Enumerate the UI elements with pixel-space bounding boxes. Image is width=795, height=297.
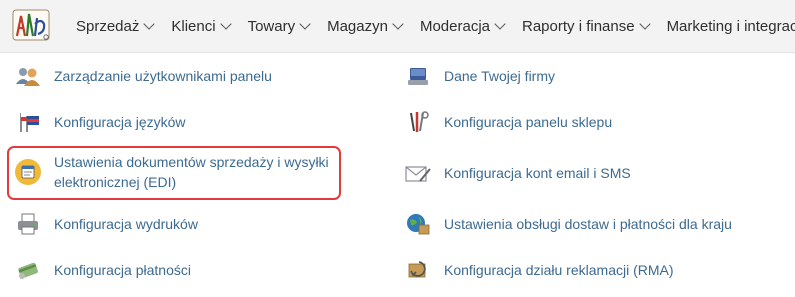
label: Konfiguracja płatności [54, 262, 191, 278]
link-shop-panel-config[interactable]: Konfiguracja panelu sklepu [404, 108, 612, 136]
email-icon [404, 159, 432, 187]
rma-icon [404, 256, 432, 284]
top-navigation-bar: Sprzedaż Klienci Towary Magazyn Moderacj… [0, 0, 795, 53]
menu-sprzedaz[interactable]: Sprzedaż [76, 18, 156, 35]
link-delivery-payment-country[interactable]: Ustawienia obsługi dostaw i płatności dl… [404, 210, 732, 238]
payment-icon [14, 256, 42, 284]
link-sales-documents-edi[interactable]: Ustawienia dokumentów sprzedaży i wysyłk… [14, 152, 329, 192]
link-payment-config[interactable]: Konfiguracja płatności [14, 256, 191, 284]
chevron-down-icon [638, 18, 651, 30]
menu-towary[interactable]: Towary [248, 18, 311, 35]
label: Dane Twojej firmy [444, 68, 556, 84]
link-language-config[interactable]: Konfiguracja języków [14, 108, 186, 136]
menu-magazyn[interactable]: Magazyn [327, 18, 404, 35]
documents-icon [14, 158, 42, 186]
flags-icon [14, 108, 42, 136]
link-email-sms-config[interactable]: Konfiguracja kont email i SMS [404, 159, 631, 187]
tools-icon [404, 108, 432, 136]
chevron-down-icon [219, 18, 232, 30]
globe-box-icon [404, 210, 432, 238]
chevron-down-icon [299, 18, 311, 30]
main-menu: Sprzedaż Klienci Towary Magazyn Moderacj… [58, 0, 795, 52]
label: Konfiguracja języków [54, 114, 186, 130]
menu-klienci[interactable]: Klienci [171, 18, 232, 35]
chevron-down-icon [392, 18, 404, 30]
chevron-down-icon [143, 18, 156, 30]
label: Zarządzanie użytkownikami panelu [54, 68, 272, 84]
label: Konfiguracja działu reklamacji (RMA) [444, 262, 674, 278]
menu-raporty-i-finanse[interactable]: Raporty i finanse [522, 18, 651, 35]
label-line-1: Ustawienia dokumentów sprzedaży i wysyłk… [54, 154, 329, 170]
link-company-data[interactable]: Dane Twojej firmy [404, 62, 555, 90]
label: Ustawienia obsługi dostaw i płatności dl… [444, 216, 732, 232]
printer-icon [14, 210, 42, 238]
menu-marketing-i-integracje[interactable]: Marketing i integracje [667, 18, 795, 35]
users-icon [14, 62, 42, 90]
menu-moderacja[interactable]: Moderacja [420, 18, 506, 35]
link-print-config[interactable]: Konfiguracja wydruków [14, 210, 198, 238]
label-line-2: elektronicznej (EDI) [54, 174, 177, 190]
label: Konfiguracja kont email i SMS [444, 165, 631, 181]
link-user-management[interactable]: Zarządzanie użytkownikami panelu [14, 62, 272, 90]
link-rma-config[interactable]: Konfiguracja działu reklamacji (RMA) [404, 256, 674, 284]
label: Konfiguracja panelu sklepu [444, 114, 613, 130]
label: Ustawienia dokumentów sprzedaży i wysyłk… [54, 152, 329, 192]
company-icon [404, 62, 432, 90]
chevron-down-icon [494, 18, 506, 30]
app-logo-icon[interactable] [11, 6, 51, 44]
label: Konfiguracja wydruków [54, 216, 198, 232]
